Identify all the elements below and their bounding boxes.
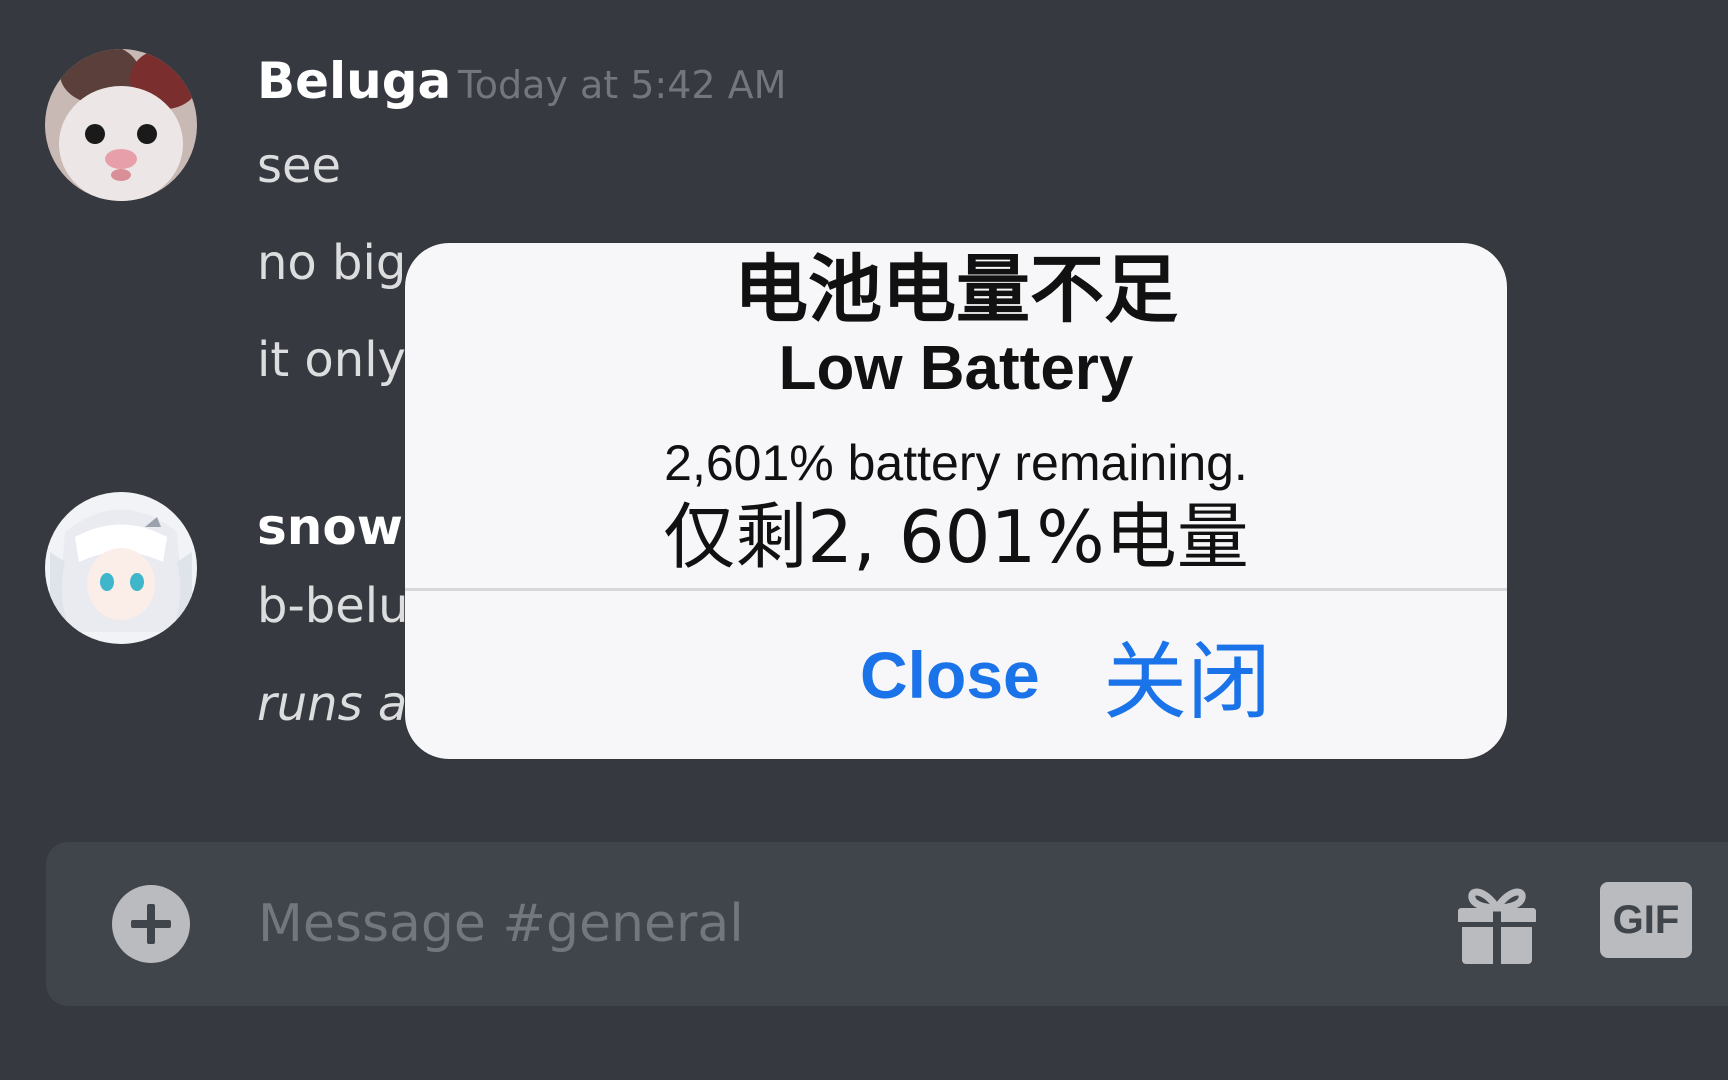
close-button[interactable]: Close bbox=[860, 591, 1040, 759]
alert-message-chinese: 仅剩2, 601%电量 bbox=[663, 495, 1249, 579]
avatar-beluga[interactable] bbox=[45, 49, 197, 201]
message-text: b-belu bbox=[257, 578, 409, 634]
alert-title-chinese: 电池电量不足 bbox=[734, 247, 1178, 333]
message-text: no big bbox=[257, 235, 407, 291]
plus-circle-icon[interactable] bbox=[112, 885, 190, 963]
gift-icon[interactable] bbox=[1456, 880, 1538, 966]
alert-title: Low Battery bbox=[778, 334, 1134, 403]
message-text: runs a bbox=[257, 676, 408, 732]
alert-message: 2,601% battery remaining. bbox=[664, 435, 1248, 491]
low-battery-alert: 电池电量不足 Low Battery 2,601% battery remain… bbox=[405, 243, 1507, 759]
message-author[interactable]: snowi bbox=[257, 498, 420, 556]
message-text: see bbox=[257, 138, 342, 194]
close-button-chinese[interactable]: 关闭 bbox=[1103, 591, 1271, 759]
gif-icon[interactable]: GIF bbox=[1600, 882, 1692, 958]
message-input[interactable] bbox=[258, 882, 1258, 966]
message-timestamp: Today at 5:42 AM bbox=[458, 63, 787, 107]
avatar-snowi[interactable] bbox=[45, 492, 197, 644]
message-text: it only bbox=[257, 332, 406, 388]
message-composer: GIF bbox=[46, 842, 1728, 1006]
message-author[interactable]: Beluga bbox=[257, 52, 451, 110]
